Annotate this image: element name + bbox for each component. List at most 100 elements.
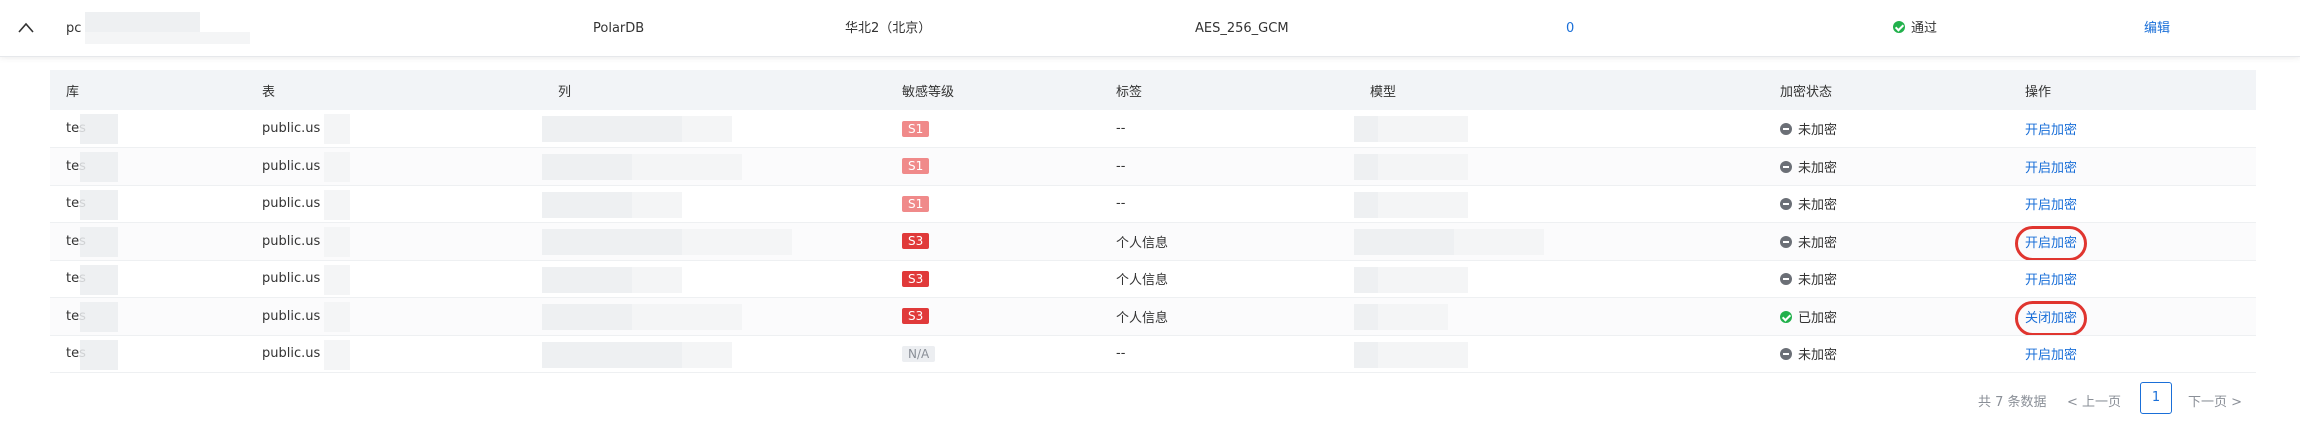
cell-level: S1 (886, 148, 1100, 186)
redacted-area (80, 227, 118, 257)
redacted-area (324, 189, 350, 220)
cell-model (1354, 298, 1764, 336)
cell-tag: 个人信息 (1100, 260, 1354, 298)
minus-circle-icon (1780, 235, 1792, 248)
encryption-state-text: 未加密 (1798, 198, 1838, 214)
cell-column (542, 260, 886, 298)
redacted-area (324, 227, 350, 257)
redacted-area (85, 12, 200, 32)
enable-encryption-link[interactable]: 开启加密 (2025, 123, 2077, 138)
cell-action: 开启加密 (2009, 110, 2256, 148)
redacted-area (1354, 266, 1378, 293)
redacted-area (542, 304, 632, 330)
redacted-area (682, 341, 732, 368)
enable-encryption-link[interactable]: 开启加密 (2025, 348, 2077, 363)
cell-db: tes (50, 223, 246, 261)
col-header-level: 敏感等级 (902, 84, 955, 100)
cell-model (1354, 185, 1764, 223)
redacted-area (324, 152, 350, 182)
table-row: tes public.us S1 -- 未加密 开启加密 (50, 185, 2256, 223)
cell-column (542, 148, 886, 186)
cell-model (1354, 223, 1764, 261)
encrypted-count-link[interactable]: 0 (1566, 20, 1574, 38)
enable-encryption-link[interactable]: 开启加密 (2025, 198, 2077, 213)
cell-level: S1 (886, 110, 1100, 148)
column-detail-table: 库 表 列 敏感等级 标签 模型 加密状态 操作 tes public.us S1 -… (50, 70, 2256, 373)
redacted-area (1378, 154, 1468, 180)
redacted-area (1378, 304, 1448, 330)
redacted-area (324, 339, 350, 370)
redacted-area (80, 339, 118, 370)
minus-circle-icon (1780, 348, 1792, 361)
cell-level: S1 (886, 185, 1100, 223)
table-header: 库 表 列 敏感等级 标签 模型 加密状态 操作 (50, 70, 2256, 110)
cell-state: 未加密 (1764, 148, 2009, 186)
table-name: public.us (262, 158, 321, 174)
tag-text: 个人信息 (1116, 273, 1169, 289)
cell-table: public.us (246, 110, 542, 148)
redacted-area (80, 264, 118, 295)
redacted-area (632, 191, 682, 218)
next-page-button[interactable]: 下一页 > (2188, 391, 2242, 410)
prev-page-button[interactable]: < 上一页 (2067, 391, 2121, 410)
table-name: public.us (262, 196, 321, 212)
table-row: tes public.us S1 -- 未加密 开启加密 (50, 110, 2256, 148)
page-1-button[interactable]: 1 (2140, 382, 2172, 414)
cell-table: public.us (246, 260, 542, 298)
enable-encryption-link[interactable]: 开启加密 (2014, 225, 2088, 260)
redacted-area (80, 152, 118, 182)
minus-circle-icon (1780, 123, 1792, 135)
col-header-tag: 标签 (1116, 84, 1143, 100)
cell-level: S3 (886, 260, 1100, 298)
pagination: 共 7 条数据 < 上一页 1 下一页 > (1930, 380, 2260, 414)
cell-column (542, 110, 886, 148)
cell-table: public.us (246, 335, 542, 373)
cell-level: N/A (886, 335, 1100, 373)
table-name: public.us (262, 346, 321, 362)
redacted-area (542, 191, 632, 218)
region: 华北2（北京） (845, 21, 932, 36)
redacted-area (542, 266, 632, 293)
redacted-area (542, 154, 632, 180)
check-circle-icon (1780, 310, 1792, 323)
tag-text: 个人信息 (1116, 310, 1169, 326)
cell-db: tes (50, 110, 246, 148)
edit-link[interactable]: 编辑 (2144, 20, 2170, 38)
table-row: tes public.us S3 个人信息 已加密 关闭加密 (50, 297, 2256, 336)
redacted-area (324, 114, 350, 144)
encryption-state-text: 未加密 (1798, 348, 1838, 364)
sensitivity-badge: S1 (902, 195, 930, 212)
cell-level: S3 (886, 223, 1100, 261)
cell-tag: -- (1100, 335, 1354, 373)
redacted-area (1378, 266, 1468, 293)
enable-encryption-link[interactable]: 开启加密 (2025, 161, 2077, 176)
sensitivity-badge: S1 (902, 120, 930, 137)
sensitivity-badge: S3 (902, 233, 930, 250)
redacted-area (632, 304, 742, 330)
redacted-area (80, 302, 118, 332)
cell-tag: -- (1100, 185, 1354, 223)
table-name: public.us (262, 271, 321, 287)
redacted-area (85, 32, 250, 44)
cell-state: 未加密 (1764, 335, 2009, 373)
cell-table: public.us (246, 298, 542, 336)
cell-column (542, 335, 886, 373)
chevron-up-icon[interactable] (16, 18, 36, 38)
cell-column (542, 185, 886, 223)
table-row: tes public.us S3 个人信息 未加密 开启加密 (50, 222, 2256, 261)
cell-db: tes (50, 298, 246, 336)
encryption-state-text: 已加密 (1798, 310, 1838, 326)
instance-name: pc (66, 21, 82, 36)
cell-tag: -- (1100, 148, 1354, 186)
redacted-area (1354, 154, 1378, 180)
cell-column (542, 223, 886, 261)
sensitivity-badge: S3 (902, 270, 930, 287)
cell-action: 开启加密 (2009, 148, 2256, 186)
pagination-total: 共 7 条数据 (1978, 395, 2047, 410)
redacted-area (682, 116, 732, 142)
enable-encryption-link[interactable]: 开启加密 (2025, 273, 2077, 288)
disable-encryption-link[interactable]: 关闭加密 (2014, 300, 2088, 335)
sensitivity-badge: S3 (902, 308, 930, 325)
cell-level: S3 (886, 298, 1100, 336)
cell-table: public.us (246, 185, 542, 223)
